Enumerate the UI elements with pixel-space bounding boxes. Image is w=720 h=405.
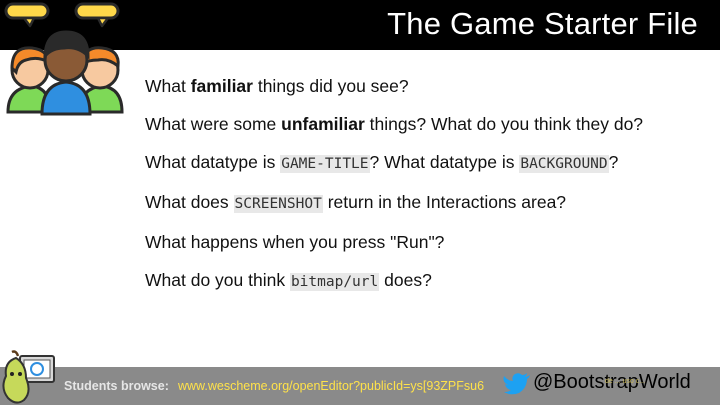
question-3: What datatype is GAME-TITLE? What dataty… (145, 152, 619, 173)
question-4: What does SCREENSHOT return in the Inter… (145, 192, 567, 213)
question-1: What familiar things did you see? (145, 76, 409, 96)
question-list: What familiar things did you see? What w… (145, 74, 690, 308)
footer-label: Students browse: (64, 379, 169, 393)
question-5: What happens when you press "Run"? (145, 232, 445, 252)
question-6: What do you think bitmap/url does? (145, 270, 432, 291)
question-2: What were some unfamiliar things? What d… (145, 114, 644, 134)
license-text: de ... uso c... (605, 378, 646, 385)
code-bitmap-url: bitmap/url (289, 273, 380, 291)
starter-file-link[interactable]: www.wescheme.org/openEditor?publicId=ys[… (178, 379, 484, 393)
pear-mascot-icon (2, 350, 55, 404)
twitter-bird-icon[interactable] (503, 372, 531, 396)
people-talking-icon (4, 2, 124, 116)
code-background: BACKGROUND (519, 155, 609, 173)
code-screenshot: SCREENSHOT (233, 195, 323, 213)
code-game-title: GAME-TITLE (280, 155, 370, 173)
slide-title: The Game Starter File (387, 6, 698, 41)
